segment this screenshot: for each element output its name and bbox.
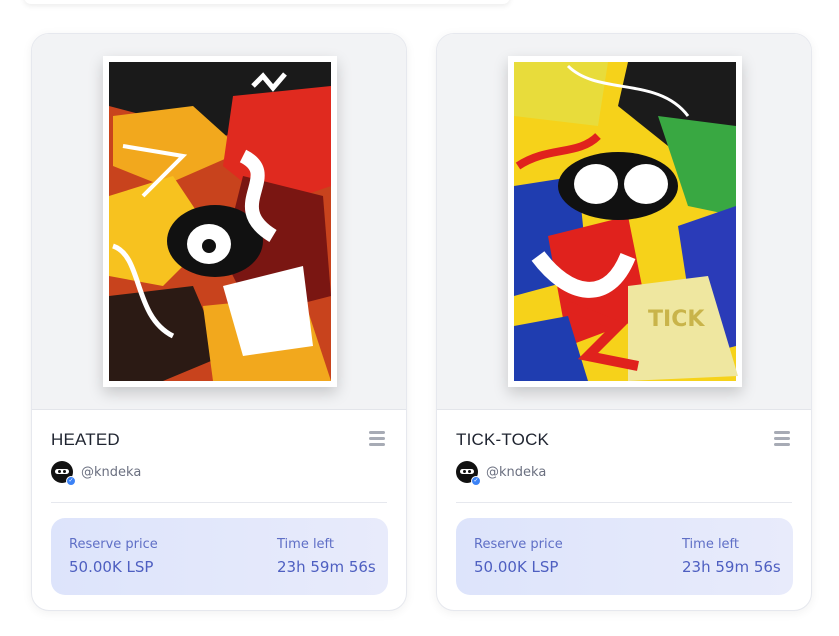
svg-text:TICK: TICK bbox=[648, 307, 705, 332]
reserve-price-label: Reserve price bbox=[69, 537, 158, 552]
creator-link[interactable]: ✓ @kndeka bbox=[51, 461, 141, 486]
reserve-price-value: 50.00K LSP bbox=[474, 558, 559, 576]
menu-icon[interactable] bbox=[774, 431, 790, 447]
artwork-image[interactable] bbox=[103, 56, 337, 387]
menu-icon[interactable] bbox=[369, 431, 385, 447]
auction-info: Reserve price 50.00K LSP Time left 23h 5… bbox=[51, 518, 388, 595]
verified-badge-icon: ✓ bbox=[66, 476, 76, 486]
divider bbox=[456, 502, 792, 503]
time-left-label: Time left bbox=[682, 537, 740, 552]
avatar[interactable]: ✓ bbox=[51, 461, 76, 486]
creator-link[interactable]: ✓ @kndeka bbox=[456, 461, 546, 486]
nft-card-tick-tock[interactable]: TICK TICK-TOCK ✓ @kndeka Reserve price 5… bbox=[436, 33, 812, 611]
nft-card-heated[interactable]: HEATED ✓ @kndeka Reserve price 50.00K LS… bbox=[31, 33, 407, 611]
time-left-value: 23h 59m 56s bbox=[682, 558, 781, 576]
artwork-area[interactable] bbox=[32, 34, 406, 410]
artwork-image[interactable]: TICK bbox=[508, 56, 742, 387]
creator-handle[interactable]: @kndeka bbox=[486, 465, 546, 480]
time-left-label: Time left bbox=[277, 537, 335, 552]
verified-badge-icon: ✓ bbox=[471, 476, 481, 486]
time-left-value: 23h 59m 56s bbox=[277, 558, 376, 576]
artwork-area[interactable]: TICK bbox=[437, 34, 811, 410]
top-bar bbox=[24, 0, 510, 4]
reserve-price-label: Reserve price bbox=[474, 537, 563, 552]
avatar[interactable]: ✓ bbox=[456, 461, 481, 486]
divider bbox=[51, 502, 387, 503]
artwork-title[interactable]: HEATED bbox=[51, 430, 120, 450]
reserve-price-value: 50.00K LSP bbox=[69, 558, 154, 576]
creator-handle[interactable]: @kndeka bbox=[81, 465, 141, 480]
artwork-title[interactable]: TICK-TOCK bbox=[456, 430, 549, 450]
auction-info: Reserve price 50.00K LSP Time left 23h 5… bbox=[456, 518, 793, 595]
